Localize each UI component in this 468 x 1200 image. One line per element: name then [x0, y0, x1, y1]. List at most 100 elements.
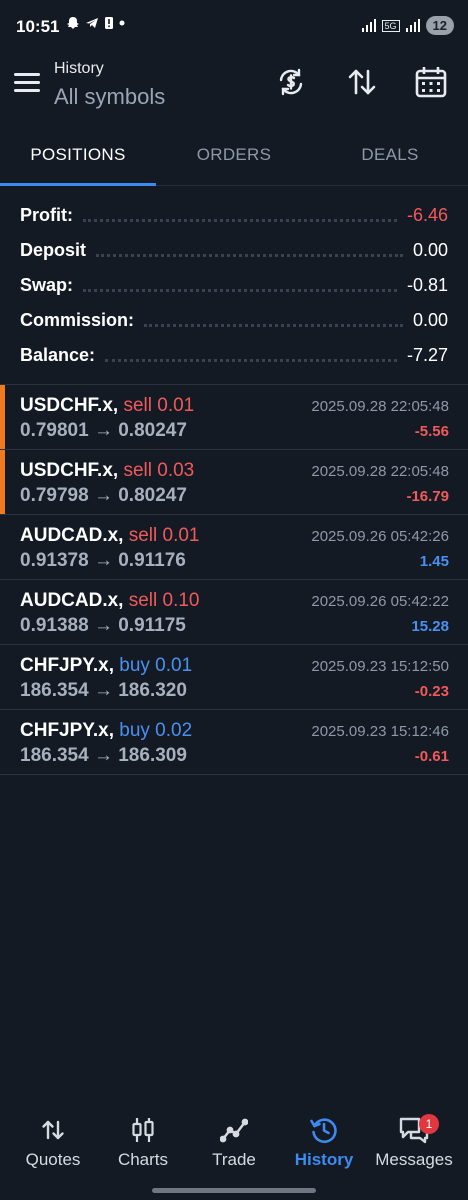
- summary-profit: Profit: -6.46: [0, 198, 468, 233]
- deal-profit: -0.61: [414, 748, 449, 765]
- nav-quotes[interactable]: Quotes: [6, 1112, 100, 1170]
- summary-deposit: Deposit 0.00: [0, 233, 468, 268]
- nav-label: Trade: [212, 1150, 256, 1169]
- deal-time: 2025.09.26 05:42:22: [311, 593, 449, 610]
- deal-side: sell 0.03: [123, 460, 195, 481]
- summary-label: Commission:: [20, 310, 135, 330]
- deal-symbol: CHFJPY.x,: [20, 655, 114, 676]
- dotted-leader: [83, 278, 397, 292]
- symbol-filter[interactable]: All symbols: [54, 84, 165, 110]
- currency-swap-icon[interactable]: [273, 64, 309, 100]
- deal-side: buy 0.02: [119, 720, 193, 741]
- deal-time: 2025.09.23 15:12:46: [311, 723, 449, 740]
- trade-icon: [187, 1112, 281, 1148]
- signal-icon: [361, 19, 376, 32]
- tab-deals[interactable]: DEALS: [312, 128, 468, 185]
- summary-panel: Profit: -6.46 Deposit 0.00 Swap: -0.81 C…: [0, 198, 468, 373]
- summary-label: Deposit: [20, 240, 87, 260]
- tab-bar: POSITIONS ORDERS DEALS: [0, 128, 468, 186]
- nav-history[interactable]: History: [277, 1112, 371, 1170]
- dot-icon: [119, 20, 125, 26]
- nav-charts[interactable]: Charts: [96, 1112, 190, 1170]
- summary-value: 0.00: [412, 310, 448, 330]
- summary-value: -0.81: [406, 275, 448, 295]
- sort-icon[interactable]: [344, 64, 380, 100]
- deal-prices: 0.79801 → 0.80247: [20, 420, 187, 441]
- list-item[interactable]: CHFJPY.x, buy 0.02 186.354 → 186.309 202…: [0, 710, 468, 775]
- deal-symbol: USDCHF.x,: [20, 395, 119, 416]
- deal-profit: -0.23: [414, 683, 449, 700]
- tab-positions[interactable]: POSITIONS: [0, 128, 156, 185]
- deal-profit: 15.28: [411, 618, 449, 635]
- telegram-icon: [86, 18, 98, 28]
- signal-icon-2: [405, 19, 420, 32]
- messages-icon: [367, 1112, 461, 1148]
- deal-side: sell 0.01: [128, 525, 200, 546]
- deal-symbol: USDCHF.x,: [20, 460, 119, 481]
- tab-orders[interactable]: ORDERS: [156, 128, 312, 185]
- active-tab-indicator: [0, 183, 156, 186]
- alert-icon: [105, 17, 113, 29]
- deal-time: 2025.09.26 05:42:26: [311, 528, 449, 545]
- quotes-icon: [6, 1112, 100, 1148]
- nav-label: History: [294, 1150, 354, 1169]
- deal-side: buy 0.01: [119, 655, 193, 676]
- summary-value: -6.46: [406, 205, 448, 225]
- summary-value: 0.00: [412, 240, 448, 260]
- deal-symbol: AUDCAD.x,: [20, 590, 124, 611]
- deal-marker: [0, 450, 5, 514]
- nav-label: Messages: [375, 1150, 453, 1169]
- deal-side: sell 0.10: [128, 590, 200, 611]
- list-item[interactable]: AUDCAD.x, sell 0.10 0.91388 → 0.91175 20…: [0, 580, 468, 645]
- summary-balance: Balance: -7.27: [0, 338, 468, 373]
- snapchat-icon: [67, 17, 79, 29]
- deal-prices: 0.91388 → 0.91175: [20, 615, 186, 636]
- dotted-leader: [96, 243, 403, 257]
- status-time: 10:51: [16, 17, 60, 36]
- nav-messages[interactable]: 1 Messages: [367, 1112, 461, 1170]
- summary-swap: Swap: -0.81: [0, 268, 468, 303]
- system-icons: 5G 12: [361, 16, 454, 35]
- deal-profit: -16.79: [406, 488, 449, 505]
- home-indicator[interactable]: [152, 1188, 316, 1193]
- dotted-leader: [83, 208, 397, 222]
- menu-icon[interactable]: [14, 73, 40, 95]
- summary-label: Swap:: [20, 275, 74, 295]
- bottom-nav: Quotes Charts Trade History 1 Messages: [0, 1102, 468, 1200]
- deal-marker: [0, 385, 5, 449]
- deal-symbol: AUDCAD.x,: [20, 525, 124, 546]
- deal-time: 2025.09.28 22:05:48: [311, 463, 449, 480]
- charts-icon: [96, 1112, 190, 1148]
- deal-time: 2025.09.23 15:12:50: [311, 658, 449, 675]
- deal-prices: 0.79798 → 0.80247: [20, 485, 187, 506]
- deal-side: sell 0.01: [123, 395, 195, 416]
- list-item[interactable]: CHFJPY.x, buy 0.01 186.354 → 186.320 202…: [0, 645, 468, 710]
- deal-symbol: CHFJPY.x,: [20, 720, 114, 741]
- nav-label: Quotes: [25, 1150, 81, 1169]
- dotted-leader: [105, 348, 397, 362]
- deal-profit: 1.45: [419, 553, 449, 570]
- deal-prices: 186.354 → 186.320: [20, 680, 187, 701]
- list-item[interactable]: USDCHF.x, sell 0.03 0.79798 → 0.80247 20…: [0, 450, 468, 515]
- app-header: History All symbols: [0, 56, 468, 120]
- page-title: History: [54, 60, 104, 77]
- list-item[interactable]: USDCHF.x, sell 0.01 0.79801 → 0.80247 20…: [0, 385, 468, 450]
- list-item[interactable]: AUDCAD.x, sell 0.01 0.91378 → 0.91176 20…: [0, 515, 468, 580]
- summary-commission: Commission: 0.00: [0, 303, 468, 338]
- unread-badge: 1: [419, 1114, 439, 1134]
- nav-trade[interactable]: Trade: [187, 1112, 281, 1170]
- deal-time: 2025.09.28 22:05:48: [311, 398, 449, 415]
- deals-list: USDCHF.x, sell 0.01 0.79801 → 0.80247 20…: [0, 385, 468, 775]
- network-type: 5G: [381, 19, 400, 32]
- history-icon: [277, 1112, 371, 1148]
- summary-label: Profit:: [20, 205, 73, 225]
- calendar-icon[interactable]: [413, 64, 449, 100]
- deal-profit: -5.56: [414, 423, 449, 440]
- summary-value: -7.27: [406, 345, 448, 365]
- notification-icons: [66, 16, 125, 30]
- nav-label: Charts: [117, 1150, 169, 1169]
- summary-label: Balance:: [20, 345, 96, 365]
- deal-prices: 0.91378 → 0.91176: [20, 550, 186, 571]
- status-bar: 10:51 5G 12: [0, 0, 468, 56]
- battery-indicator: 12: [425, 16, 454, 35]
